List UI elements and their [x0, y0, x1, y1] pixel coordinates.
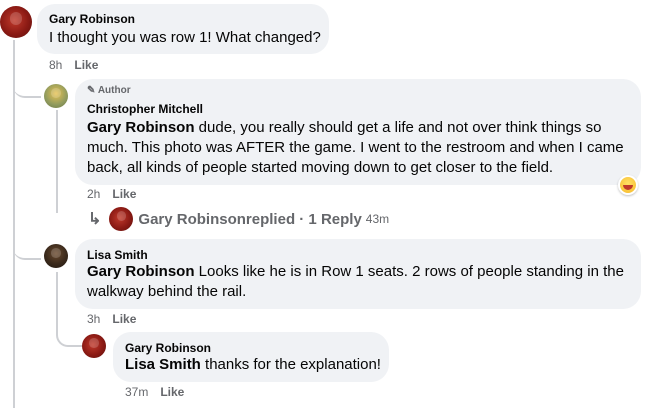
comment-time[interactable]: 37m — [125, 385, 148, 399]
avatar[interactable] — [82, 334, 106, 358]
comment-meta: 3h Like — [87, 312, 136, 326]
avatar[interactable] — [44, 84, 68, 108]
author-badge-label: Author — [97, 85, 131, 96]
comment-text: Gary Robinson Looks like he is in Row 1 … — [87, 262, 632, 302]
view-replies-link[interactable]: ↳ Gary Robinson replied · 1 Reply 43m — [88, 207, 389, 231]
reply-arrow-icon: ↳ — [88, 211, 102, 228]
pencil-icon: ✎ — [87, 85, 96, 96]
thread-connector — [13, 240, 41, 260]
comment-meta: 37m Like — [125, 385, 184, 399]
thread-connector — [56, 320, 82, 347]
comment-text: I thought you was row 1! What changed? — [49, 29, 321, 46]
comment-author[interactable]: Christopher Mitchell — [87, 102, 203, 116]
comment-time[interactable]: 8h — [49, 58, 62, 72]
haha-reaction-icon[interactable] — [618, 175, 638, 195]
comment-time[interactable]: 2h — [87, 187, 100, 201]
avatar — [109, 207, 134, 231]
comment-author[interactable]: Lisa Smith — [87, 248, 148, 262]
comment-meta: 2h Like — [87, 187, 136, 201]
replies-label: replied · 1 Reply — [245, 210, 362, 228]
like-button[interactable]: Like — [112, 312, 136, 326]
comment-author[interactable]: Gary Robinson — [49, 12, 135, 26]
comment-body: thanks for the explanation! — [200, 356, 381, 373]
comment-author[interactable]: Gary Robinson — [125, 341, 211, 355]
author-badge: ✎ Author — [87, 85, 131, 96]
replier-name: Gary Robinson — [138, 210, 246, 228]
comment-meta: 8h Like — [49, 58, 98, 72]
comment-text: Lisa Smith thanks for the explanation! — [125, 355, 381, 375]
mention[interactable]: Gary Robinson — [87, 119, 195, 136]
mention[interactable]: Lisa Smith — [125, 356, 201, 373]
thread-line-nested — [56, 110, 58, 213]
thread-connector — [13, 78, 41, 98]
avatar[interactable] — [0, 6, 32, 38]
replies-time: 43m — [365, 212, 390, 226]
like-button[interactable]: Like — [160, 385, 184, 399]
avatar[interactable] — [44, 244, 68, 268]
like-button[interactable]: Like — [112, 187, 136, 201]
like-button[interactable]: Like — [74, 58, 98, 72]
comment-text: Gary Robinson dude, you really should ge… — [87, 118, 632, 178]
comment-time[interactable]: 3h — [87, 312, 100, 326]
thread-line — [13, 40, 15, 408]
mention[interactable]: Gary Robinson — [87, 263, 195, 280]
